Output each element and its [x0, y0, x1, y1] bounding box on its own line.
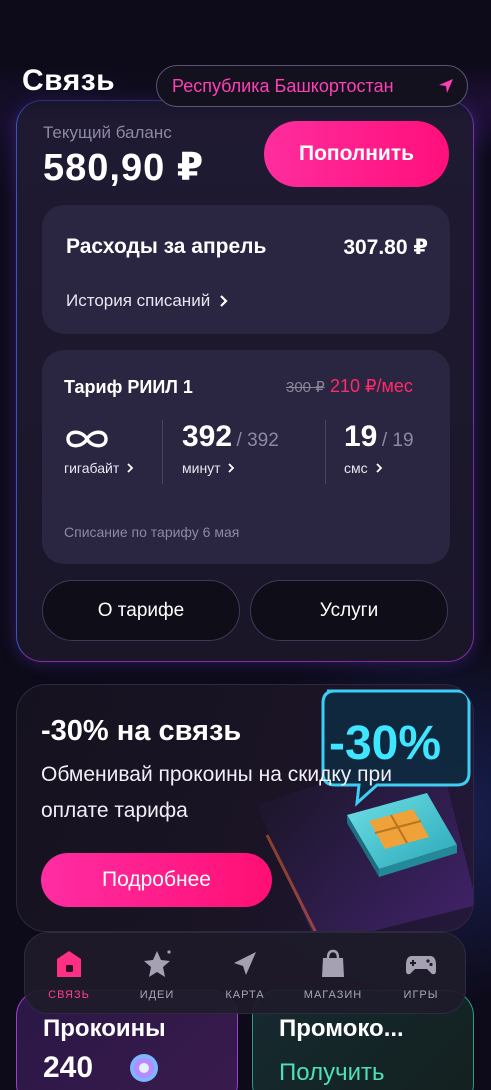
- balance-value: 580,90 ₽: [43, 147, 205, 189]
- tab-label: ИДЕИ: [139, 989, 175, 1001]
- tab-map[interactable]: КАРТА: [201, 933, 289, 1015]
- tariff-panel: Тариф РИИЛ 1 300 ₽ 210 ₽/мес гигабайт 39…: [42, 350, 450, 564]
- procoins-value: 240: [43, 1051, 94, 1084]
- expenses-amount: 307.80 ₽: [343, 236, 428, 259]
- region-selector[interactable]: Республика Башкортостан: [156, 65, 468, 107]
- tab-label: СВЯЗЬ: [48, 989, 90, 1001]
- procoins-title: Прокоины: [43, 1015, 166, 1042]
- promo-text: Обменивай прокоины на скидку при оплате …: [41, 763, 392, 822]
- tab-games[interactable]: ИГРЫ: [377, 933, 465, 1015]
- stat-sms-total: / 19: [381, 430, 414, 451]
- tariff-note: Списание по тарифу 6 мая: [64, 524, 240, 540]
- stat-sms-label: смс: [344, 460, 368, 476]
- infinity-icon: [66, 430, 108, 448]
- gamepad-icon: [406, 956, 436, 975]
- stat-minutes-label-wrap: минут: [182, 460, 235, 476]
- chevron-right-icon: [375, 463, 382, 473]
- page-title: Связь: [22, 64, 116, 97]
- region-label: Республика Башкортостан: [172, 75, 394, 96]
- history-link[interactable]: История списаний: [66, 291, 229, 311]
- header: Связь Республика Башкортостан: [0, 62, 491, 108]
- stat-gigabytes-label-wrap: гигабайт: [64, 460, 134, 476]
- stat-divider: [162, 420, 163, 484]
- star-icon: [144, 950, 171, 977]
- tab-label: МАГАЗИН: [303, 989, 363, 1001]
- promo-title: -30% на связь: [41, 715, 242, 747]
- stat-sms-label-wrap: смс: [344, 460, 383, 476]
- stat-minutes-value: 392: [182, 420, 233, 453]
- promocode-get-link[interactable]: Получить: [279, 1059, 384, 1087]
- services-button[interactable]: Услуги: [250, 580, 448, 641]
- promo-banner[interactable]: -30% -30% на связь Обменивай прокоины на…: [16, 684, 474, 932]
- tab-svyaz[interactable]: СВЯЗЬ: [25, 933, 113, 1015]
- location-arrow-icon: [439, 79, 453, 93]
- stat-sms[interactable]: 19 / 19 смс: [344, 420, 444, 490]
- chevron-right-icon: [220, 295, 228, 307]
- stat-minutes[interactable]: 392 / 392 минут: [182, 420, 322, 490]
- tab-shop[interactable]: МАГАЗИН: [289, 933, 377, 1015]
- balance-card: Текущий баланс 580,90 ₽ Пополнить Расход…: [16, 100, 474, 662]
- tariff-name: Тариф РИИЛ 1: [64, 377, 193, 397]
- about-tariff-button[interactable]: О тарифе: [42, 580, 240, 641]
- map-arrow-icon: [234, 952, 256, 975]
- shopping-bag-icon: [322, 949, 344, 977]
- tab-ideas[interactable]: ИДЕИ: [113, 933, 201, 1015]
- expenses-title: Расходы за апрель: [66, 235, 267, 258]
- stat-gigabytes-label: гигабайт: [64, 460, 120, 476]
- tab-label: ИГРЫ: [403, 989, 439, 1001]
- expenses-panel[interactable]: Расходы за апрель 307.80 ₽ История списа…: [42, 205, 450, 334]
- chevron-right-icon: [228, 463, 235, 473]
- stat-gigabytes[interactable]: гигабайт: [64, 420, 164, 490]
- tariff-price-old: 300 ₽: [286, 379, 325, 396]
- home-icon: [57, 951, 81, 977]
- stat-minutes-total: / 392: [236, 430, 279, 451]
- stat-divider: [325, 420, 326, 484]
- stat-sms-value: 19: [344, 420, 378, 453]
- history-link-label: История списаний: [66, 291, 211, 310]
- balance-label: Текущий баланс: [43, 123, 172, 142]
- chevron-right-icon: [127, 463, 134, 473]
- coin-icon: [130, 1054, 158, 1082]
- tariff-price-new: 210 ₽/мес: [330, 376, 413, 396]
- bottom-tab-bar: СВЯЗЬ ИДЕИ КАРТА МАГАЗИН ИГРЫ: [24, 932, 466, 1014]
- promocode-title: Промоко...: [279, 1015, 404, 1042]
- promo-more-button[interactable]: Подробнее: [41, 853, 272, 907]
- stat-minutes-label: минут: [182, 460, 221, 476]
- topup-button[interactable]: Пополнить: [264, 121, 449, 187]
- tab-label: КАРТА: [225, 989, 265, 1001]
